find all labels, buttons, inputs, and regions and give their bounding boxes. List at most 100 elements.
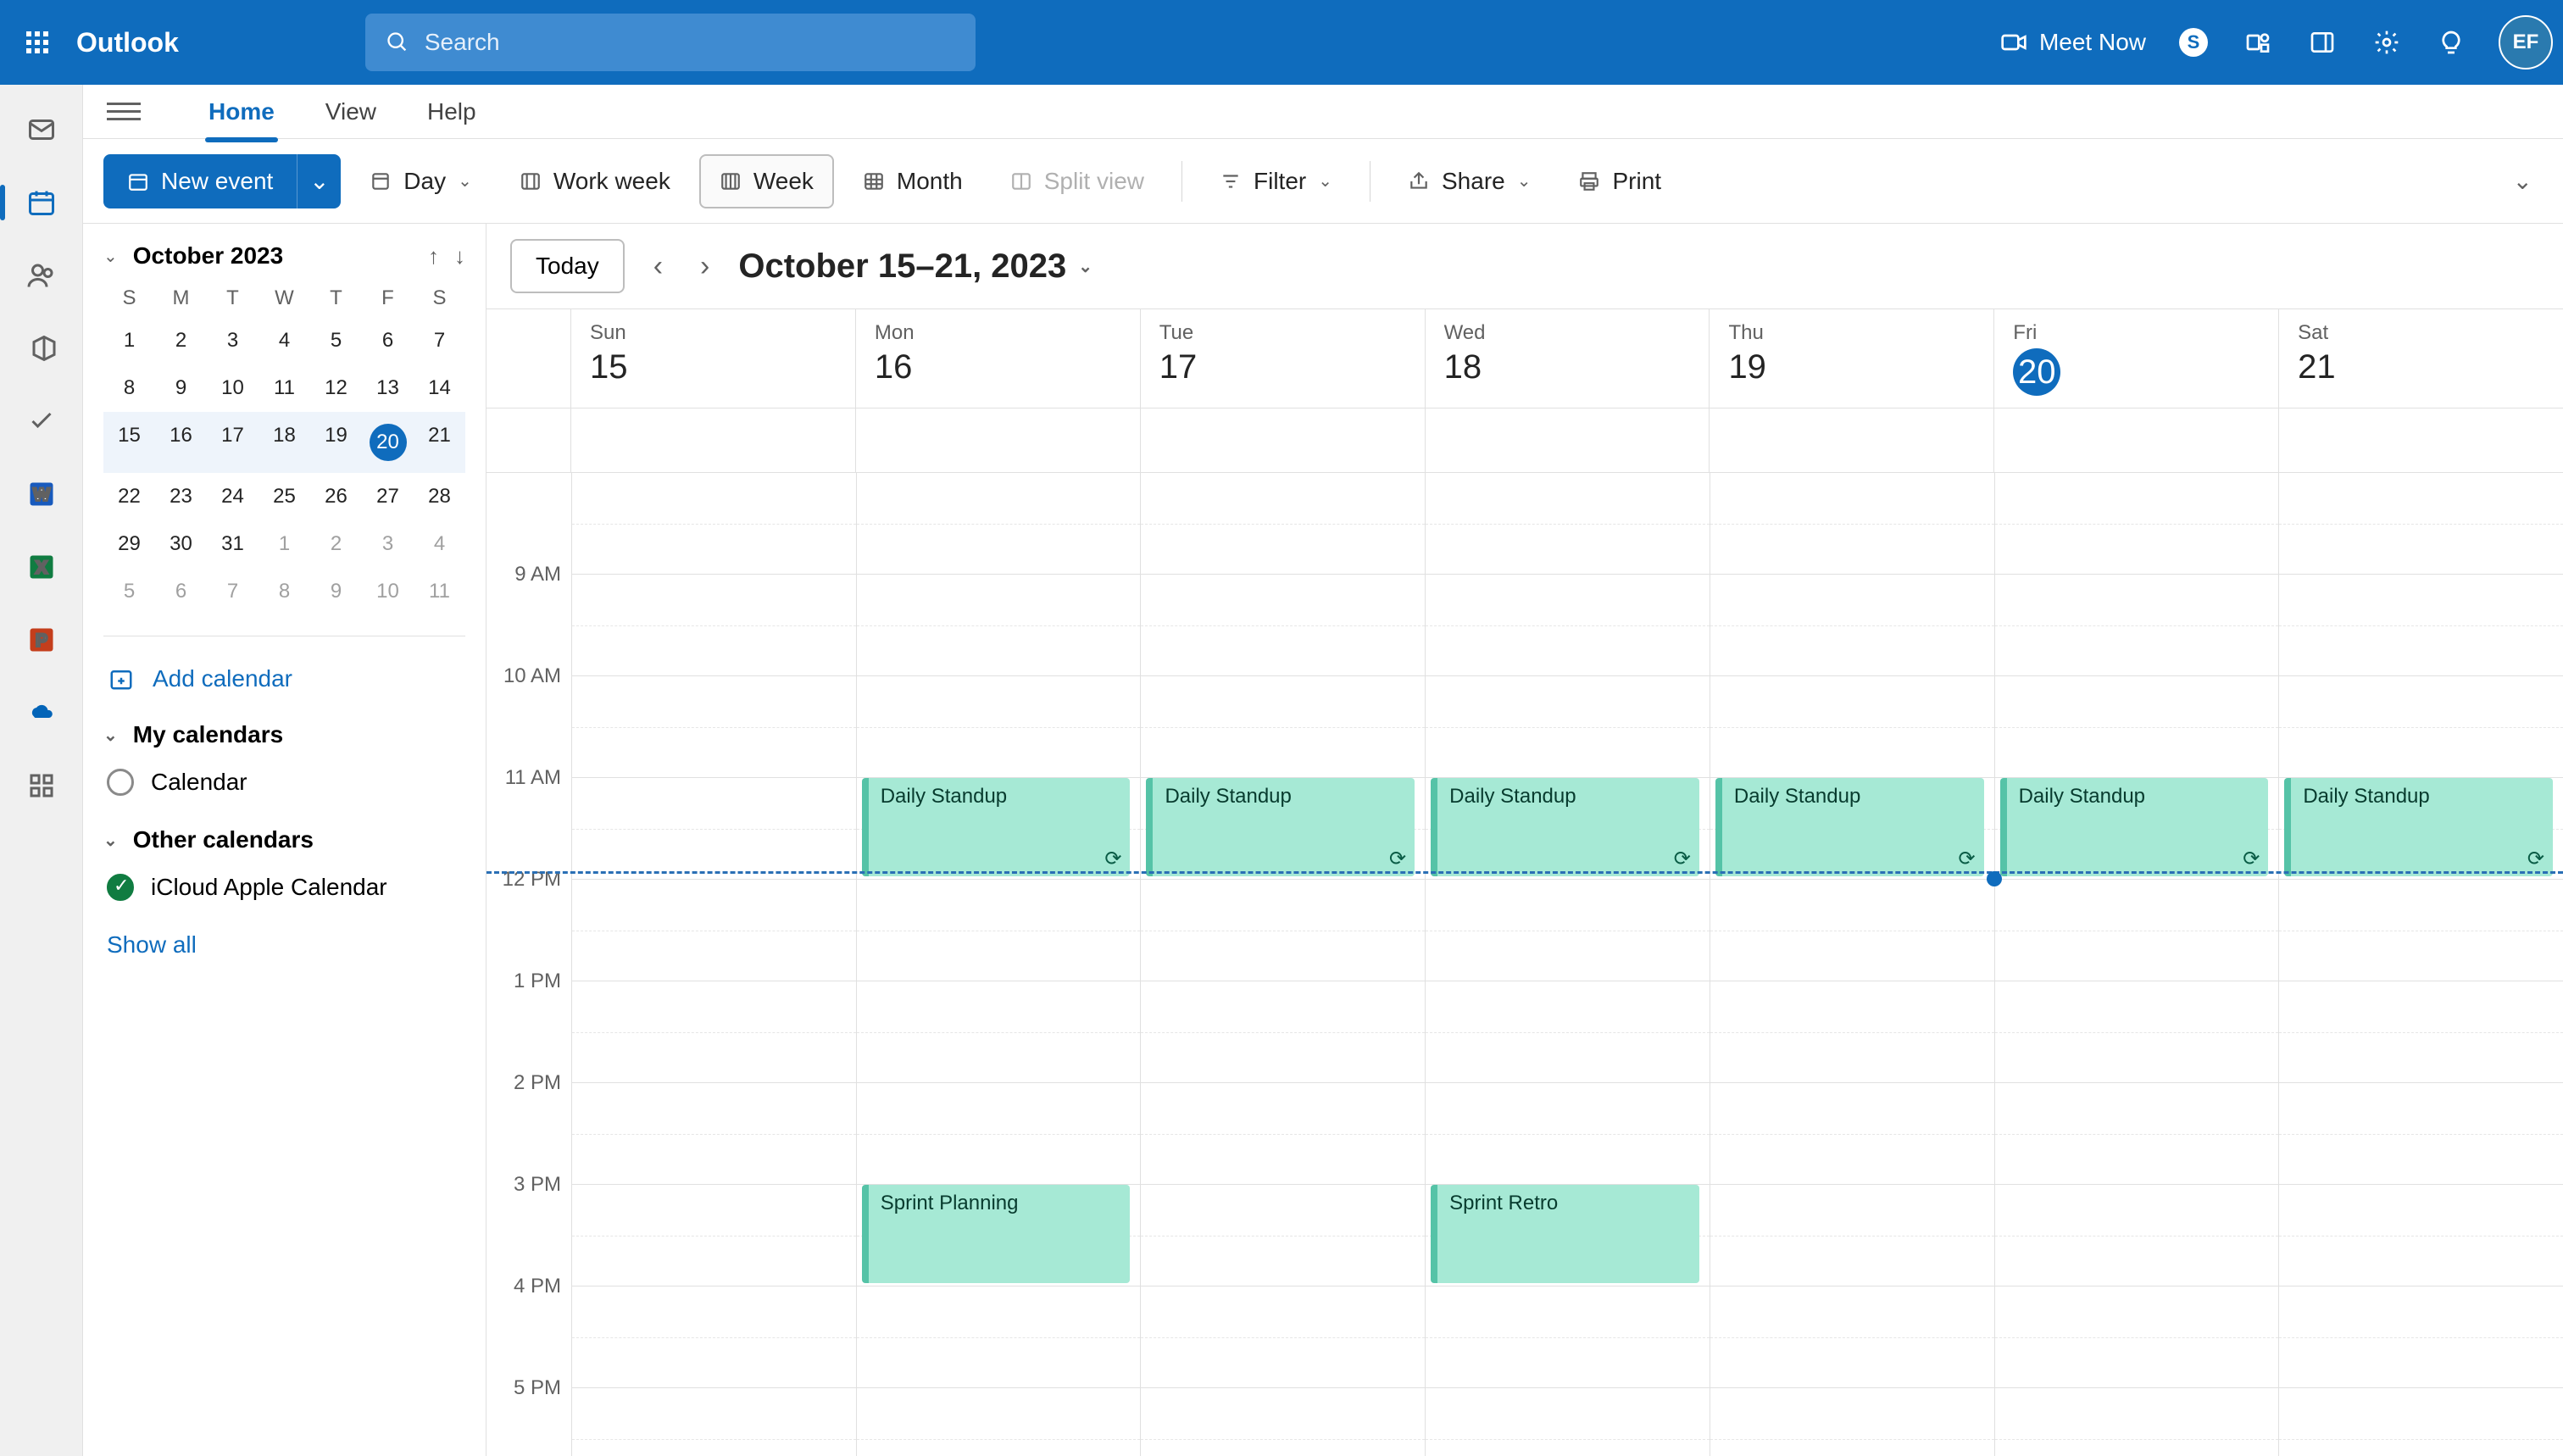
expand-ribbon-button[interactable]: ⌄	[2513, 167, 2543, 195]
hour-cell[interactable]	[572, 1083, 856, 1185]
hour-cell[interactable]	[572, 778, 856, 880]
allday-cell[interactable]	[1426, 408, 1710, 472]
hour-cell[interactable]	[1141, 473, 1425, 575]
mini-day[interactable]: 23	[155, 473, 207, 520]
day-header[interactable]: Sat21	[2279, 309, 2563, 408]
view-week-button[interactable]: Week	[699, 154, 834, 208]
hour-cell[interactable]	[857, 1388, 1141, 1456]
calendar-event[interactable]: Sprint Planning	[862, 1185, 1131, 1283]
filter-button[interactable]: Filter ⌄	[1201, 154, 1351, 208]
hour-cell[interactable]	[1995, 473, 2279, 575]
mini-day[interactable]: 10	[362, 568, 414, 615]
mini-day[interactable]: 29	[103, 520, 155, 568]
calendar-item[interactable]: Calendar	[103, 760, 465, 804]
show-all-link[interactable]: Show all	[107, 931, 465, 959]
add-calendar-button[interactable]: Add calendar	[108, 665, 465, 692]
hour-cell[interactable]	[1426, 981, 1710, 1083]
mini-day[interactable]: 9	[155, 364, 207, 412]
rail-files[interactable]	[22, 329, 61, 368]
hour-cell[interactable]	[857, 473, 1141, 575]
calendar-event[interactable]: Sprint Retro	[1431, 1185, 1699, 1283]
hour-cell[interactable]	[1710, 473, 1994, 575]
mini-day[interactable]: 20	[362, 412, 414, 473]
day-header[interactable]: Mon16	[856, 309, 1141, 408]
new-event-dropdown[interactable]: ⌄	[297, 154, 341, 208]
mini-day[interactable]: 31	[207, 520, 259, 568]
search-input[interactable]	[425, 29, 955, 56]
hour-cell[interactable]	[1141, 1083, 1425, 1185]
mini-day[interactable]: 26	[310, 473, 362, 520]
calendar-event[interactable]: Daily Standup⟳	[2284, 778, 2553, 876]
hour-cell[interactable]	[857, 575, 1141, 676]
hour-cell[interactable]	[1995, 1185, 2279, 1287]
rail-more-apps[interactable]	[22, 766, 61, 805]
hour-cell[interactable]	[2279, 575, 2563, 676]
skype-button[interactable]: S	[2177, 25, 2210, 59]
search-box[interactable]	[365, 14, 976, 71]
allday-cell[interactable]	[2279, 408, 2563, 472]
mini-day[interactable]: 11	[414, 568, 465, 615]
day-header[interactable]: Wed18	[1426, 309, 1710, 408]
hour-cell[interactable]	[2279, 473, 2563, 575]
mini-day[interactable]: 17	[207, 412, 259, 473]
mini-day[interactable]: 21	[414, 412, 465, 473]
mini-calendar-month[interactable]: October 2023	[133, 242, 283, 270]
tab-home[interactable]: Home	[205, 90, 278, 134]
mini-day[interactable]: 7	[414, 317, 465, 364]
mini-day[interactable]: 19	[310, 412, 362, 473]
hour-cell[interactable]	[1426, 676, 1710, 778]
nav-toggle-button[interactable]	[107, 95, 141, 129]
hour-cell[interactable]	[2279, 981, 2563, 1083]
day-column[interactable]: Daily Standup⟳	[1710, 473, 1994, 1456]
mini-day[interactable]: 2	[310, 520, 362, 568]
calendar-event[interactable]: Daily Standup⟳	[1715, 778, 1984, 876]
day-column[interactable]: Daily Standup⟳	[1140, 473, 1425, 1456]
mini-day[interactable]: 1	[103, 317, 155, 364]
hour-cell[interactable]	[1710, 1388, 1994, 1456]
hour-cell[interactable]	[857, 981, 1141, 1083]
mini-day[interactable]: 5	[103, 568, 155, 615]
next-week-button[interactable]: ›	[692, 250, 718, 283]
hour-cell[interactable]	[2279, 676, 2563, 778]
mini-day[interactable]: 8	[103, 364, 155, 412]
hour-cell[interactable]	[572, 1185, 856, 1287]
hour-cell[interactable]	[1995, 880, 2279, 981]
day-header[interactable]: Sun15	[571, 309, 856, 408]
date-range-picker[interactable]: October 15–21, 2023 ⌄	[738, 247, 1092, 286]
brand-name[interactable]: Outlook	[76, 27, 179, 58]
hour-cell[interactable]	[1710, 575, 1994, 676]
print-button[interactable]: Print	[1559, 154, 1680, 208]
settings-button[interactable]	[2370, 25, 2404, 59]
mini-next-button[interactable]: ↓	[454, 243, 465, 270]
collapse-mini-button[interactable]: ⌄	[103, 246, 118, 267]
hour-cell[interactable]	[1426, 473, 1710, 575]
mini-day[interactable]: 8	[259, 568, 310, 615]
mini-day[interactable]: 3	[207, 317, 259, 364]
allday-cell[interactable]	[856, 408, 1141, 472]
day-column[interactable]: Daily Standup⟳	[1994, 473, 2279, 1456]
mini-day[interactable]: 16	[155, 412, 207, 473]
allday-cell[interactable]	[571, 408, 856, 472]
hour-cell[interactable]	[572, 1287, 856, 1388]
rail-mail[interactable]	[22, 110, 61, 149]
allday-cell[interactable]	[1994, 408, 2279, 472]
mini-day[interactable]: 15	[103, 412, 155, 473]
hour-cell[interactable]	[1426, 575, 1710, 676]
hour-cell[interactable]	[1426, 880, 1710, 981]
hour-cell[interactable]	[2279, 1185, 2563, 1287]
calendar-grid-scroll[interactable]: 9 AM10 AM11 AM12 PM1 PM2 PM3 PM4 PM5 PM6…	[486, 473, 2563, 1456]
mini-prev-button[interactable]: ↑	[428, 243, 439, 270]
hour-cell[interactable]	[1141, 676, 1425, 778]
day-column[interactable]	[571, 473, 856, 1456]
tips-button[interactable]	[2434, 25, 2468, 59]
today-button[interactable]: Today	[510, 239, 625, 293]
rail-people[interactable]	[22, 256, 61, 295]
hour-cell[interactable]	[572, 880, 856, 981]
rail-todo[interactable]	[22, 402, 61, 441]
day-header[interactable]: Tue17	[1141, 309, 1426, 408]
meet-now-button[interactable]: Meet Now	[2000, 29, 2146, 56]
hour-cell[interactable]	[1141, 1388, 1425, 1456]
hour-cell[interactable]	[1710, 880, 1994, 981]
day-column[interactable]: Daily Standup⟳Sprint Retro	[1425, 473, 1710, 1456]
hour-cell[interactable]	[1141, 880, 1425, 981]
